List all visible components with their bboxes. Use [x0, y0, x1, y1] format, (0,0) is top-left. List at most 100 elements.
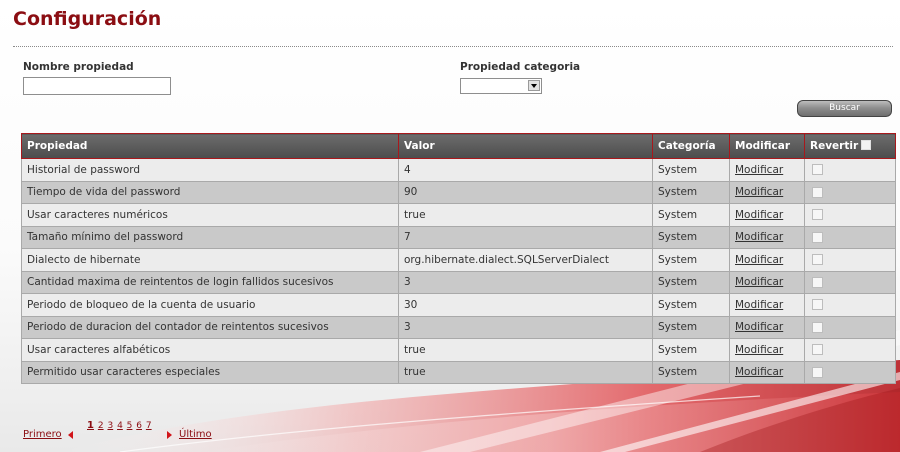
cell-value: true: [398, 203, 653, 227]
cell-value: org.hibernate.dialect.SQLServerDialect: [398, 248, 653, 272]
cell-property: Usar caracteres numéricos: [21, 203, 399, 227]
next-arrow-icon[interactable]: [167, 431, 172, 439]
revert-checkbox[interactable]: [812, 231, 823, 243]
column-header-category[interactable]: Categoría: [652, 133, 730, 159]
revert-header-label: Revertir: [810, 140, 859, 152]
cell-modify: Modificar: [729, 248, 805, 272]
cell-category: System: [652, 360, 730, 384]
modify-link[interactable]: Modificar: [735, 254, 783, 266]
revert-checkbox[interactable]: [812, 299, 823, 311]
page-title: Configuración: [13, 8, 162, 30]
page-number-list: 1 2 3 4 5 6 7: [87, 420, 153, 431]
cell-category: System: [652, 315, 730, 339]
modify-link[interactable]: Modificar: [735, 321, 783, 333]
cell-category: System: [652, 293, 730, 317]
cell-category: System: [652, 180, 730, 204]
cell-category: System: [652, 203, 730, 227]
title-separator: [13, 46, 893, 47]
column-header-value[interactable]: Valor: [398, 133, 653, 159]
cell-modify: Modificar: [729, 180, 805, 204]
page-link-4[interactable]: 4: [117, 421, 123, 431]
cell-revert: [804, 315, 896, 339]
page-link-7[interactable]: 7: [146, 421, 152, 431]
revert-checkbox[interactable]: [812, 321, 823, 333]
modify-link[interactable]: Modificar: [735, 276, 783, 288]
table-row: Cantidad maxima de reintentos de login f…: [21, 270, 896, 294]
property-name-label: Nombre propiedad: [23, 61, 134, 73]
modify-link[interactable]: Modificar: [735, 231, 783, 243]
cell-modify: Modificar: [729, 338, 805, 362]
cell-category: System: [652, 158, 730, 182]
cell-category: System: [652, 225, 730, 249]
search-button[interactable]: Buscar: [797, 100, 892, 117]
modify-link[interactable]: Modificar: [735, 164, 783, 176]
cell-value: 3: [398, 315, 653, 339]
cell-value: true: [398, 360, 653, 384]
property-name-input[interactable]: [23, 77, 171, 95]
pagination-last-link[interactable]: Último: [179, 429, 212, 440]
revert-all-checkbox[interactable]: [861, 140, 872, 150]
table-header-row: Propiedad Valor Categoría Modificar Reve…: [21, 133, 896, 159]
column-header-modify: Modificar: [729, 133, 805, 159]
cell-category: System: [652, 338, 730, 362]
cell-property: Tiempo de vida del password: [21, 180, 399, 204]
cell-value: 30: [398, 293, 653, 317]
cell-revert: [804, 338, 896, 362]
properties-table: Propiedad Valor Categoría Modificar Reve…: [21, 133, 896, 384]
page-link-1[interactable]: 1: [87, 420, 94, 431]
cell-modify: Modificar: [729, 225, 805, 249]
cell-property: Periodo de duracion del contador de rein…: [21, 315, 399, 339]
table-row: Dialecto de hibernate org.hibernate.dial…: [21, 248, 896, 272]
cell-property: Usar caracteres alfabéticos: [21, 338, 399, 362]
cell-category: System: [652, 248, 730, 272]
revert-checkbox[interactable]: [812, 186, 823, 198]
table-row: Periodo de duracion del contador de rein…: [21, 315, 896, 339]
cell-modify: Modificar: [729, 360, 805, 384]
revert-checkbox[interactable]: [812, 254, 823, 266]
cell-modify: Modificar: [729, 270, 805, 294]
cell-revert: [804, 225, 896, 249]
cell-property: Periodo de bloqueo de la cuenta de usuar…: [21, 293, 399, 317]
revert-checkbox[interactable]: [812, 366, 823, 378]
modify-link[interactable]: Modificar: [735, 299, 783, 311]
modify-link[interactable]: Modificar: [735, 366, 783, 378]
revert-checkbox[interactable]: [812, 276, 823, 288]
table-row: Usar caracteres numéricos true System Mo…: [21, 203, 896, 227]
column-header-revert: Revertir: [804, 133, 896, 159]
cell-revert: [804, 360, 896, 384]
revert-checkbox[interactable]: [812, 209, 823, 221]
page-link-5[interactable]: 5: [127, 421, 133, 431]
revert-checkbox[interactable]: [812, 344, 823, 356]
column-header-property[interactable]: Propiedad: [21, 133, 399, 159]
cell-modify: Modificar: [729, 293, 805, 317]
table-row: Tiempo de vida del password 90 System Mo…: [21, 180, 896, 204]
revert-checkbox[interactable]: [812, 164, 823, 176]
property-category-select[interactable]: [460, 78, 542, 94]
cell-modify: Modificar: [729, 315, 805, 339]
cell-value: 4: [398, 158, 653, 182]
cell-revert: [804, 180, 896, 204]
chevron-down-icon[interactable]: [528, 80, 540, 91]
cell-value: 90: [398, 180, 653, 204]
cell-property: Cantidad maxima de reintentos de login f…: [21, 270, 399, 294]
cell-revert: [804, 248, 896, 272]
cell-property: Tamaño mínimo del password: [21, 225, 399, 249]
cell-category: System: [652, 270, 730, 294]
cell-modify: Modificar: [729, 158, 805, 182]
cell-revert: [804, 293, 896, 317]
pagination-first-link[interactable]: Primero: [23, 429, 62, 440]
cell-value: 7: [398, 225, 653, 249]
table-row: Tamaño mínimo del password 7 System Modi…: [21, 225, 896, 249]
cell-revert: [804, 203, 896, 227]
page-link-2[interactable]: 2: [98, 421, 104, 431]
modify-link[interactable]: Modificar: [735, 344, 783, 356]
page-link-3[interactable]: 3: [107, 421, 113, 431]
modify-link[interactable]: Modificar: [735, 186, 783, 198]
cell-property: Historial de password: [21, 158, 399, 182]
cell-value: 3: [398, 270, 653, 294]
page-link-6[interactable]: 6: [136, 421, 142, 431]
modify-link[interactable]: Modificar: [735, 209, 783, 221]
table-row: Historial de password 4 System Modificar: [21, 158, 896, 182]
prev-arrow-icon[interactable]: [68, 431, 73, 439]
configuration-page: Configuración Nombre propiedad Propiedad…: [0, 0, 900, 452]
